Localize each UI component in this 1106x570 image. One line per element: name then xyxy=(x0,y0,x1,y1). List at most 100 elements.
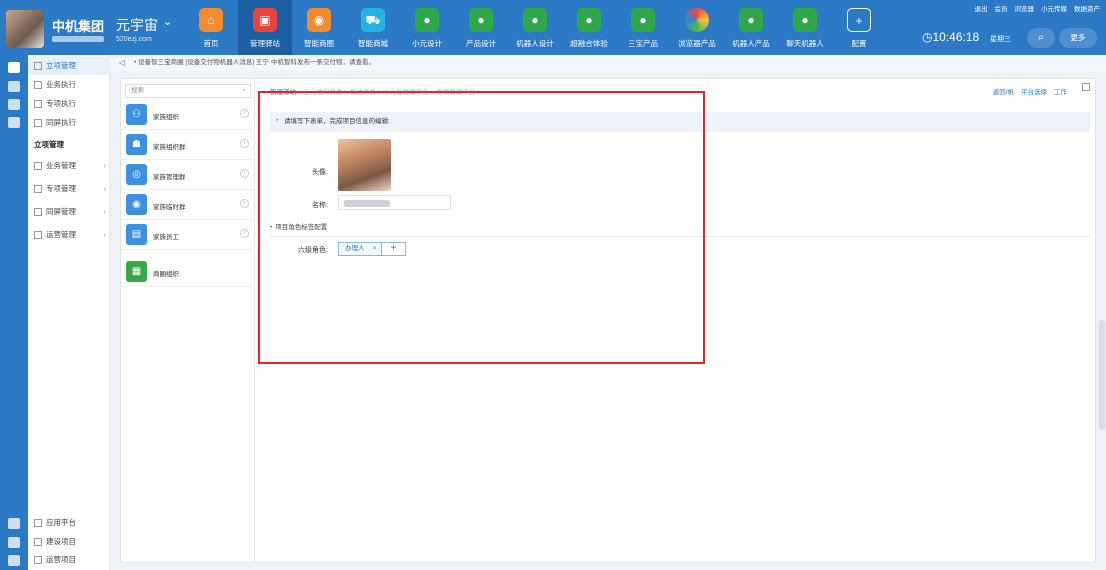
folder-icon xyxy=(34,231,42,239)
tree-item[interactable]: ◉ 家族临时群 › xyxy=(121,192,255,220)
nav-item-label: 配置 xyxy=(851,39,867,48)
nav-item[interactable]: ● 机器人产品 xyxy=(724,0,778,55)
tree-item[interactable]: ⚇ 家族组织 › xyxy=(121,102,255,130)
folder-icon xyxy=(34,81,42,89)
nav-item[interactable]: ⛟ 智能商城 xyxy=(346,0,400,55)
nav-item[interactable]: ● 产品设计 xyxy=(454,0,508,55)
content-action[interactable]: 返回/帆 xyxy=(993,86,1014,96)
nav-item[interactable]: ● 聊天机器人 xyxy=(778,0,832,55)
chevron-right-icon[interactable]: › xyxy=(240,139,249,148)
cart-icon: ⛟ xyxy=(361,8,385,32)
nav-item-label: 小元设计 xyxy=(412,39,442,48)
briefcase-icon[interactable] xyxy=(8,62,20,73)
nav-item-label: 管理驿站 xyxy=(250,39,280,48)
sidebar-item[interactable]: 同屏执行 xyxy=(28,114,110,132)
nav-item-label: 聊天机器人 xyxy=(786,39,824,48)
highlight-box xyxy=(258,91,705,364)
tree-item-label: 家族员工 xyxy=(153,234,179,241)
folder-icon xyxy=(34,162,42,170)
nav-item-label: 超融合体验 xyxy=(570,39,608,48)
sidebar-item[interactable]: 专项管理 › xyxy=(28,180,110,198)
nav-item[interactable]: ● 三宝产品 xyxy=(616,0,670,55)
tree-item[interactable]: ◎ 家族管理群 › xyxy=(121,162,255,190)
nav-item[interactable]: + 配置 xyxy=(832,0,886,55)
top-link[interactable]: 会员 xyxy=(995,3,1008,13)
sidebar-item[interactable]: 专项执行 xyxy=(28,95,110,113)
chevron-right-icon[interactable]: › xyxy=(240,199,249,208)
top-link[interactable]: 浏览器 xyxy=(1015,3,1035,13)
sidebar-item-label: 同屏执行 xyxy=(46,118,76,127)
brand-account-blurred xyxy=(52,36,104,42)
sidebar-item[interactable]: 立项管理 xyxy=(28,136,110,154)
ops-project-icon[interactable] xyxy=(8,555,20,566)
chevron-right-icon: › xyxy=(103,184,107,193)
sidebar-item-label: 运营管理 xyxy=(46,230,76,239)
list-icon[interactable] xyxy=(8,81,20,92)
content-action[interactable]: 工作 xyxy=(1054,86,1067,96)
nav-item[interactable]: ▣ 管理驿站 xyxy=(238,0,292,55)
notice-text[interactable]: • 设备智三宝商圈 [设备交付物机器人消息] 王宁·中机智科发布一条交付物，请查… xyxy=(134,59,375,66)
speaker-icon: ◁ xyxy=(119,58,126,67)
nav-item[interactable]: ● 超融合体验 xyxy=(562,0,616,55)
tree-item[interactable]: ▤ 家族员工 › xyxy=(121,222,255,250)
tree-item-label: 家族组织 xyxy=(153,114,179,121)
nav-item[interactable]: ⌂ 首页 xyxy=(184,0,238,55)
tree-item[interactable]: ☗ 家族组织群 › xyxy=(121,132,255,160)
scrollbar[interactable] xyxy=(1099,320,1105,430)
browser-icon xyxy=(685,8,709,32)
top-bar: 中机集团 元宇宙 ⌄ 520ezj.com ⌂ 首页 ▣ 管理驿站 ◉ 智能商圈 ⛟ 智能商城… xyxy=(0,0,1106,55)
org-switcher[interactable]: 元宇宙 xyxy=(116,15,158,35)
chevron-right-icon: › xyxy=(103,230,107,239)
sidebar-item[interactable]: 业务执行 xyxy=(28,76,110,94)
top-link[interactable]: 数据资产 xyxy=(1074,3,1100,13)
notice-bar: ◁ • 设备智三宝商圈 [设备交付物机器人消息] 王宁·中机智科发布一条交付物，… xyxy=(110,55,1106,71)
maximize-icon[interactable] xyxy=(1082,83,1090,91)
chevron-right-icon[interactable]: › xyxy=(240,169,249,178)
top-link[interactable]: 退出 xyxy=(975,3,988,13)
sidebar-item-label: 业务执行 xyxy=(46,80,76,89)
nav-item[interactable]: ● 机器人设计 xyxy=(508,0,562,55)
sidebar-bottom-item[interactable]: 运营项目 xyxy=(28,551,110,569)
app-platform-icon[interactable] xyxy=(8,518,20,529)
sidebar-item[interactable]: 运营管理 › xyxy=(28,226,110,244)
search-button[interactable]: ⌕ xyxy=(1027,28,1055,48)
robot-icon: ● xyxy=(523,8,547,32)
chevron-right-icon[interactable]: › xyxy=(240,109,249,118)
folder-icon xyxy=(34,62,42,70)
sidebar-item-label: 建设项目 xyxy=(46,537,76,546)
nav-item[interactable]: ● 小元设计 xyxy=(400,0,454,55)
folder-icon xyxy=(34,119,42,127)
tree-search-input[interactable]: 搜索 ⌕ xyxy=(125,84,251,98)
tree-item-label: 商圈组织 xyxy=(153,271,179,278)
tree-item-label: 家族临时群 xyxy=(153,204,186,211)
screen-share-icon[interactable] xyxy=(8,117,20,128)
nav-item[interactable]: 浏览器产品 xyxy=(670,0,724,55)
nav-item-label: 智能商圈 xyxy=(304,39,334,48)
robot-icon: ● xyxy=(415,8,439,32)
icon-rail xyxy=(0,55,28,570)
nav-item-label: 智能商城 xyxy=(358,39,388,48)
brand-avatar[interactable] xyxy=(6,10,44,48)
tree-item[interactable]: ▦ 商圈组织 xyxy=(121,259,255,287)
top-link[interactable]: 小元传媒 xyxy=(1041,3,1067,13)
clock-icon: ◷ xyxy=(922,30,933,44)
sidebar-item-label: 运营项目 xyxy=(46,555,76,564)
sidebar-item[interactable]: 业务管理 › xyxy=(28,157,110,175)
content-action[interactable]: 平台选择 xyxy=(1021,86,1047,96)
chevron-down-icon[interactable]: ⌄ xyxy=(163,15,172,28)
group-icon: ⚇ xyxy=(126,104,147,125)
robot-icon: ● xyxy=(469,8,493,32)
build-project-icon[interactable] xyxy=(8,537,20,548)
brand-name: 中机集团 xyxy=(52,19,105,34)
nav-item[interactable]: ◉ 智能商圈 xyxy=(292,0,346,55)
folder-icon xyxy=(34,538,42,546)
monitor-icon[interactable] xyxy=(8,99,20,110)
chevron-right-icon[interactable]: › xyxy=(240,229,249,238)
sidebar-bottom-item[interactable]: 应用平台 xyxy=(28,514,110,532)
robot-icon: ● xyxy=(739,8,763,32)
sidebar-item[interactable]: 同屏管理 › xyxy=(28,203,110,221)
sidebar-item-label: 业务管理 xyxy=(46,161,76,170)
sidebar-item[interactable]: 立项管理 xyxy=(28,57,110,75)
more-button[interactable]: 更多 xyxy=(1059,28,1097,48)
sidebar-bottom-item[interactable]: 建设项目 xyxy=(28,533,110,551)
